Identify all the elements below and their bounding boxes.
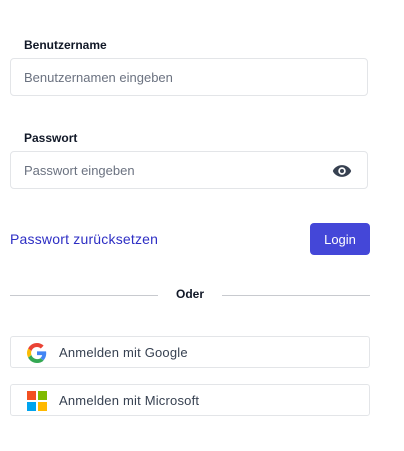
google-logo-icon xyxy=(27,343,47,363)
microsoft-logo-icon xyxy=(27,391,47,411)
username-label: Benutzername xyxy=(24,38,107,52)
microsoft-signin-button[interactable]: Anmelden mit Microsoft xyxy=(10,384,370,416)
password-field-wrapper xyxy=(10,151,368,189)
password-input[interactable] xyxy=(11,152,311,188)
divider-line-right xyxy=(222,295,370,296)
google-signin-label: Anmelden mit Google xyxy=(59,345,188,360)
login-button[interactable]: Login xyxy=(310,223,370,255)
username-input[interactable] xyxy=(11,59,311,95)
username-field-wrapper xyxy=(10,58,368,96)
reset-password-link[interactable]: Passwort zurücksetzen xyxy=(10,231,158,247)
eye-icon[interactable] xyxy=(330,161,354,181)
divider-text: Oder xyxy=(175,287,204,301)
divider-line-left xyxy=(10,295,158,296)
microsoft-signin-label: Anmelden mit Microsoft xyxy=(59,393,200,408)
password-label: Passwort xyxy=(24,131,78,145)
google-signin-button[interactable]: Anmelden mit Google xyxy=(10,336,370,368)
login-form: Benutzername Passwort Passwort zurückset… xyxy=(0,0,404,451)
